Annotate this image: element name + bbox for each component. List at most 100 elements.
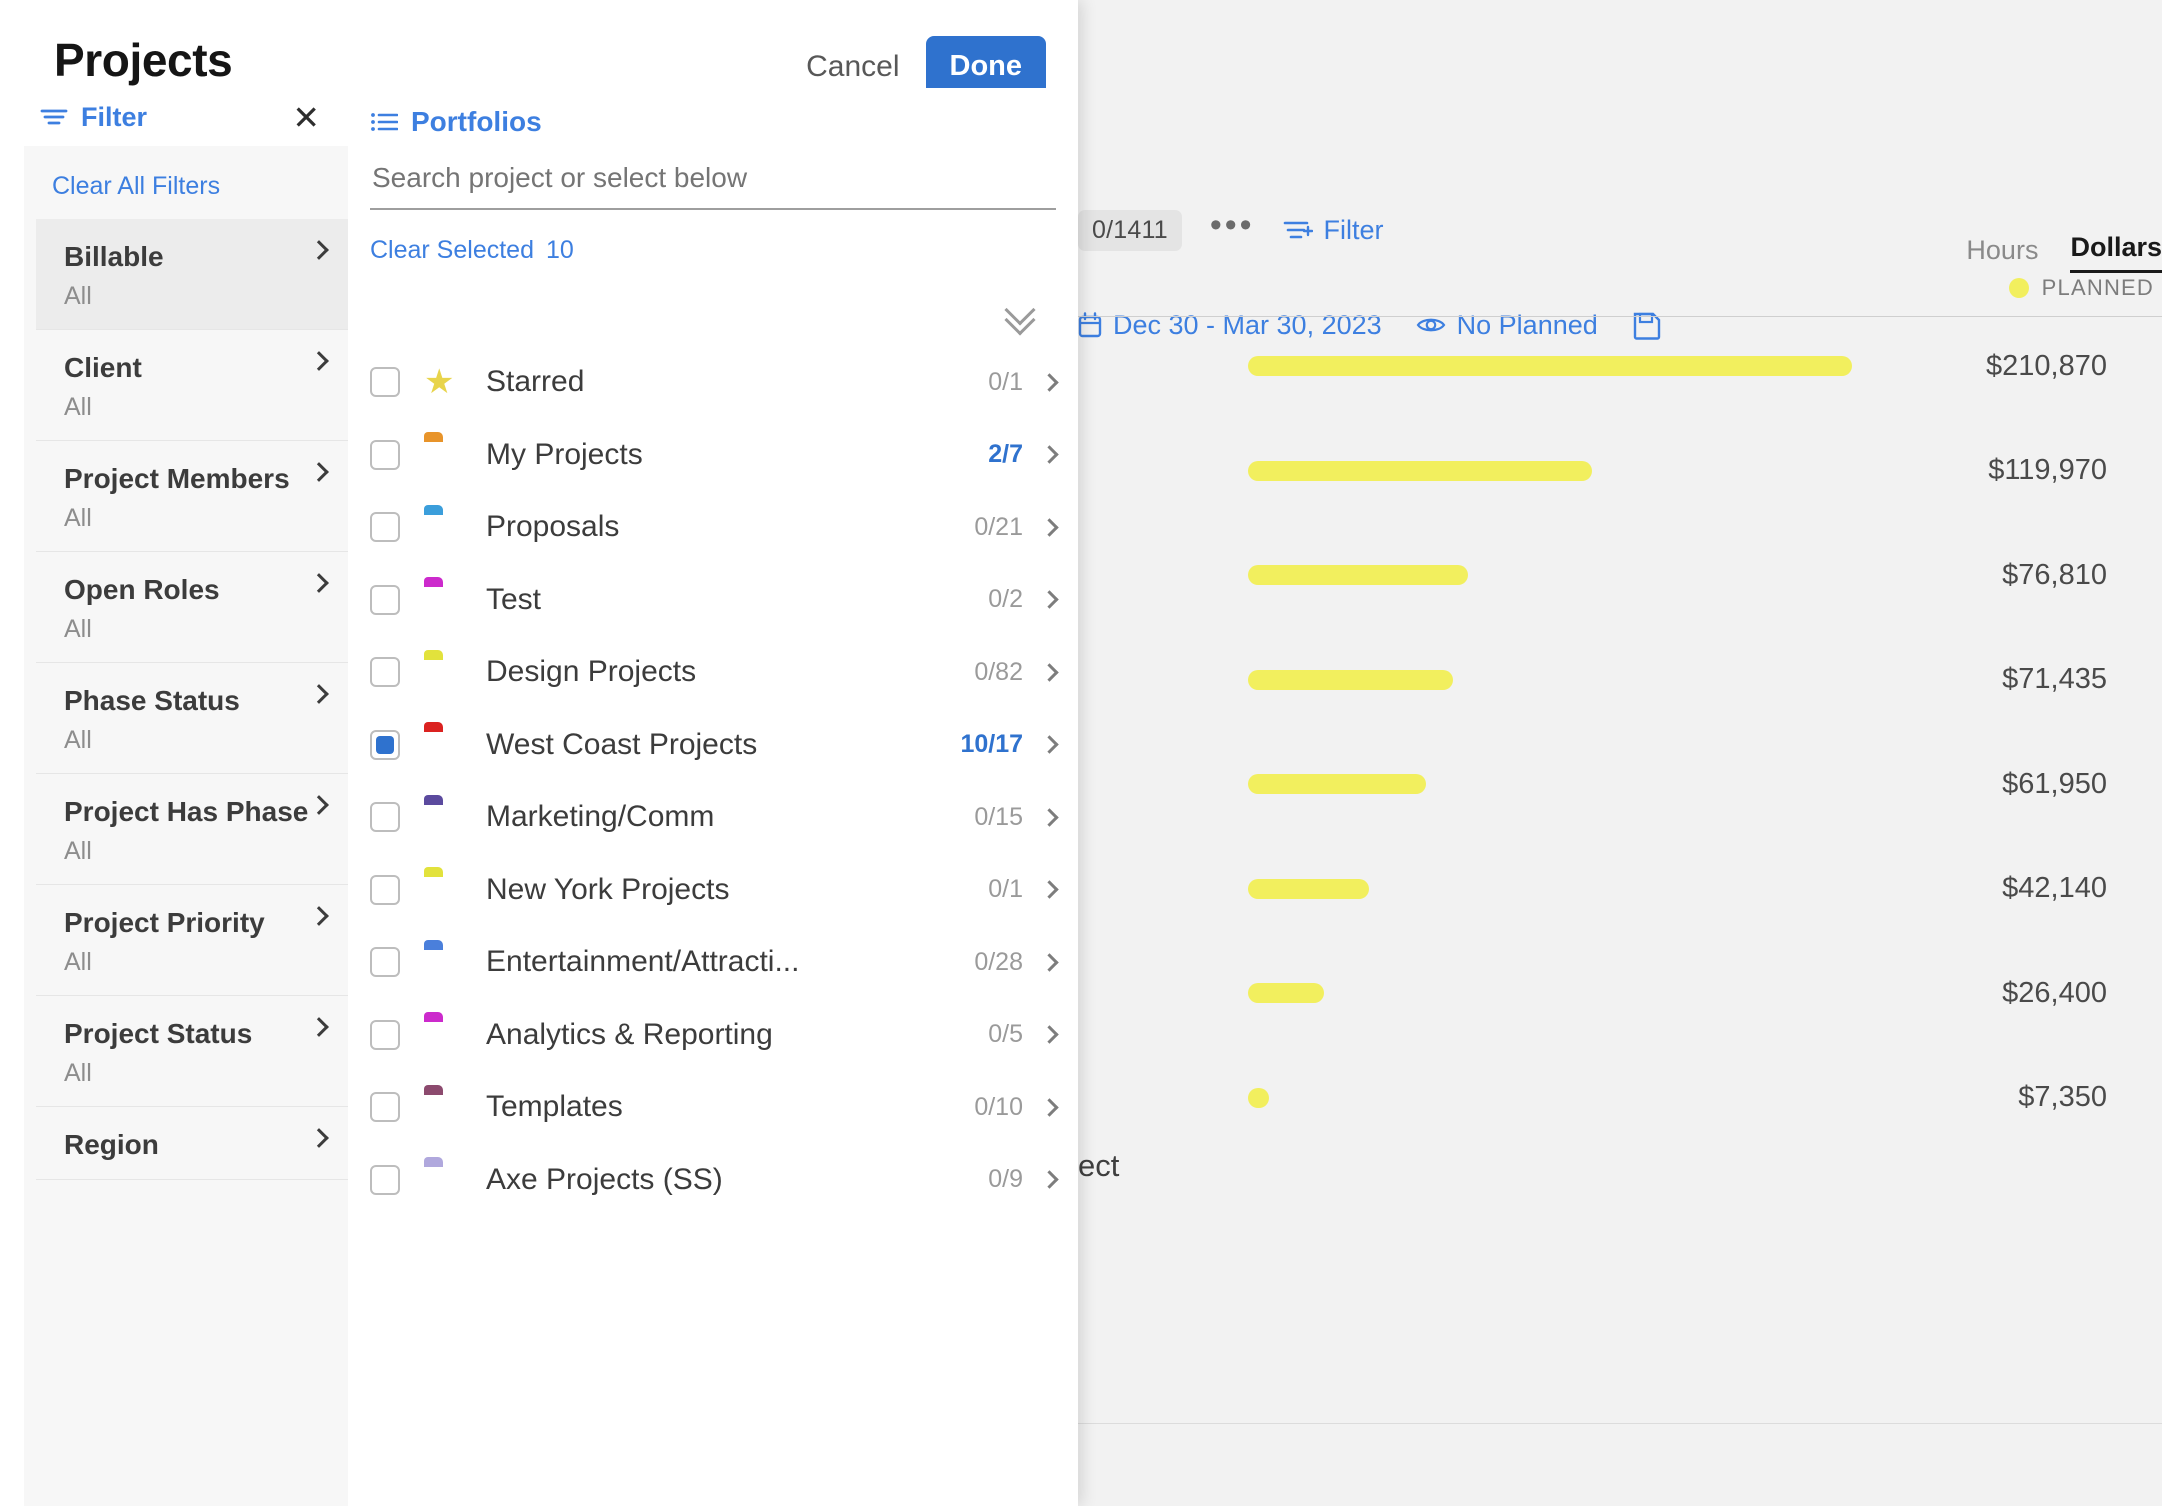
project-count-badge: 0/1411 — [1078, 209, 1182, 251]
portfolio-row[interactable]: Analytics & Reporting 0/5 — [348, 999, 1078, 1072]
chart-bar-row: $210,870 — [1078, 331, 2162, 401]
clear-selected-button[interactable]: Clear Selected 10 — [348, 210, 1078, 265]
chart-bar-row: $61,950 — [1078, 749, 2162, 819]
filter-item-project-status[interactable]: Project Status All — [36, 996, 348, 1107]
portfolio-count: 0/1 — [988, 875, 1023, 904]
chevron-right-icon[interactable] — [1040, 590, 1059, 609]
chevron-right-icon[interactable] — [1040, 373, 1059, 392]
filter-item-project-has-phase[interactable]: Project Has Phase All — [36, 774, 348, 885]
chevron-right-icon[interactable] — [1040, 1025, 1059, 1044]
chart-row-divider — [1078, 1423, 2162, 1424]
portfolio-label: Test — [486, 582, 542, 616]
portfolio-row[interactable]: West Coast Projects 10/17 — [348, 709, 1078, 782]
tab-hours[interactable]: Hours — [1966, 235, 2038, 273]
portfolio-checkbox[interactable] — [370, 657, 400, 688]
chart-bar-value: $61,950 — [2002, 767, 2107, 800]
cancel-button[interactable]: Cancel — [802, 44, 903, 90]
filter-item-project-members[interactable]: Project Members All — [36, 441, 348, 552]
portfolio-checkbox[interactable] — [370, 367, 400, 398]
chart-bar-fill — [1248, 1087, 1270, 1108]
portfolio-count: 10/17 — [960, 730, 1023, 759]
portfolio-icon-wrap — [424, 1019, 462, 1050]
chart-bar-track — [1248, 854, 1907, 924]
portfolio-row[interactable]: ★ Starred 0/1 — [348, 346, 1078, 419]
filter-item-region[interactable]: Region — [36, 1107, 348, 1180]
chevron-right-icon[interactable] — [1040, 1098, 1059, 1117]
filter-panel: Filter ✕ Clear All Filters Billable All Cl… — [0, 88, 348, 1506]
filter-item-value: All — [64, 282, 92, 310]
chart-bar-fill — [1248, 878, 1369, 899]
portfolio-row[interactable]: Entertainment/Attracti... 0/28 — [348, 926, 1078, 999]
chart-bar-row: $119,970 — [1078, 436, 2162, 506]
filter-add-icon — [1283, 218, 1313, 242]
list-icon — [370, 110, 398, 134]
chevron-right-icon[interactable] — [1040, 735, 1059, 754]
portfolio-checkbox[interactable] — [370, 947, 400, 978]
clear-selected-label: Clear Selected — [370, 236, 534, 264]
portfolio-row[interactable]: Marketing/Comm 0/15 — [348, 781, 1078, 854]
chevron-right-icon[interactable] — [1040, 808, 1059, 827]
portfolio-row[interactable]: Test 0/2 — [348, 564, 1078, 637]
double-chevron-down-icon[interactable] — [1004, 294, 1042, 336]
portfolio-row[interactable]: Axe Projects (SS) 0/9 — [348, 1144, 1078, 1217]
portfolio-checkbox[interactable] — [370, 1092, 400, 1123]
filter-item-phase-status[interactable]: Phase Status All — [36, 663, 348, 774]
search-input[interactable] — [370, 158, 1056, 208]
portfolio-checkbox[interactable] — [370, 439, 400, 470]
chart-bar-fill — [1248, 356, 1853, 376]
portfolio-row[interactable]: New York Projects 0/1 — [348, 854, 1078, 927]
filter-item-billable[interactable]: Billable All — [36, 219, 348, 330]
portfolio-checkbox[interactable] — [370, 1019, 400, 1050]
tab-dollars[interactable]: Dollars — [2070, 232, 2162, 273]
portfolio-checkbox[interactable] — [370, 1164, 400, 1195]
chevron-right-icon[interactable] — [1040, 880, 1059, 899]
background-filter-button[interactable]: Filter — [1283, 215, 1384, 246]
chevron-right-icon[interactable] — [1040, 518, 1059, 537]
filter-item-value: All — [64, 393, 92, 421]
portfolios-heading-label: Portfolios — [411, 106, 542, 137]
chart-bar-value: $210,870 — [1986, 349, 2107, 382]
portfolio-count: 0/1 — [988, 367, 1023, 396]
filter-item-client[interactable]: Client All — [36, 330, 348, 441]
chart-bar-row: $42,140 — [1078, 854, 2162, 924]
portfolio-icon-wrap — [424, 1164, 462, 1195]
filter-item-value: All — [64, 504, 92, 532]
filter-item-title: Project Has Phase — [64, 796, 309, 827]
chart-bar-track — [1248, 749, 1907, 819]
portfolio-label: West Coast Projects — [486, 727, 758, 761]
chevron-right-icon[interactable] — [1040, 663, 1059, 682]
chevron-right-icon[interactable] — [1040, 953, 1059, 972]
filter-panel-body: Clear All Filters Billable All Client All Pr… — [24, 146, 348, 1506]
chevron-right-icon[interactable] — [1040, 1170, 1059, 1189]
portfolio-label: Axe Projects (SS) — [486, 1162, 723, 1196]
filter-icon — [40, 106, 68, 128]
chart-bar-fill — [1248, 460, 1592, 481]
portfolio-row[interactable]: My Projects 2/7 — [348, 419, 1078, 492]
portfolio-row[interactable]: Templates 0/10 — [348, 1071, 1078, 1144]
chart-bar-value: $76,810 — [2002, 558, 2107, 591]
portfolio-count: 0/82 — [974, 657, 1023, 686]
portfolio-count: 0/9 — [988, 1165, 1023, 1194]
portfolio-checkbox[interactable] — [370, 802, 400, 833]
filter-item-title: Project Members — [64, 463, 290, 494]
filter-item-project-priority[interactable]: Project Priority All — [36, 885, 348, 996]
portfolio-label: Templates — [486, 1090, 623, 1124]
portfolio-checkbox[interactable] — [370, 512, 400, 543]
chart-bar-track — [1248, 436, 1907, 506]
filter-item-value: All — [64, 948, 92, 976]
chart-bar-track — [1248, 540, 1907, 610]
portfolio-checkbox[interactable] — [370, 584, 400, 615]
close-icon[interactable]: ✕ — [292, 101, 320, 134]
portfolio-row[interactable]: Proposals 0/21 — [348, 491, 1078, 564]
portfolio-checkbox[interactable] — [370, 874, 400, 905]
clear-all-filters-button[interactable]: Clear All Filters — [24, 146, 348, 219]
ellipsis-icon[interactable]: ••• — [1210, 208, 1255, 242]
portfolio-row[interactable]: Design Projects 0/82 — [348, 636, 1078, 709]
portfolio-checkbox[interactable] — [370, 729, 400, 760]
search-field-wrapper — [370, 158, 1056, 210]
filter-item-open-roles[interactable]: Open Roles All — [36, 552, 348, 663]
filter-item-title: Billable — [64, 241, 164, 272]
chevron-right-icon[interactable] — [1040, 445, 1059, 464]
chart-bar-value: $7,350 — [2018, 1081, 2107, 1113]
portfolio-icon-wrap — [424, 439, 462, 470]
